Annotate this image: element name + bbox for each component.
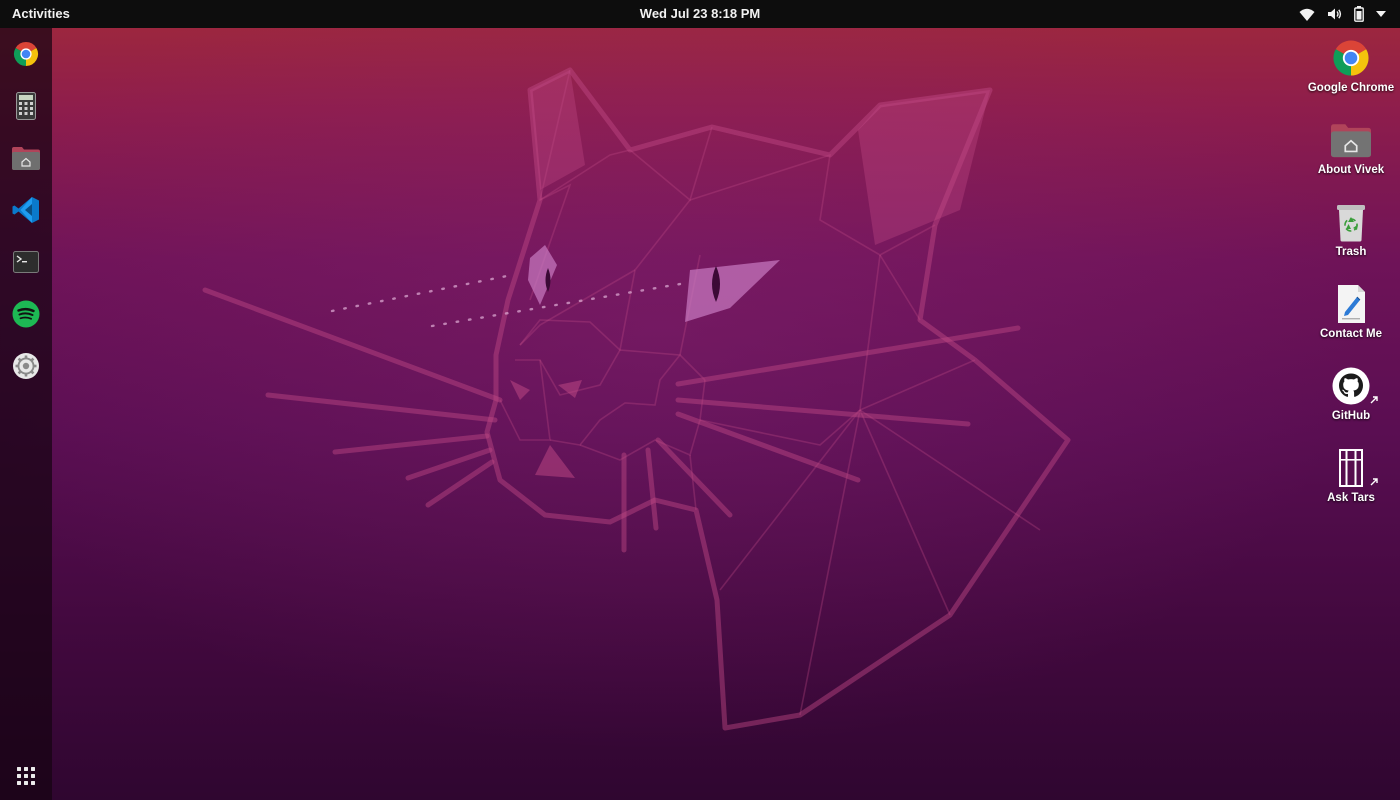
desktop-icon-label: Google Chrome [1307,82,1395,94]
desktop-icon-trash[interactable]: Trash [1302,200,1400,276]
dock-terminal[interactable] [6,242,46,282]
terminal-icon [13,251,39,273]
dock [0,28,52,800]
clock-datetime[interactable]: Wed Jul 23 8:18 PM [580,0,820,28]
text-editor-icon [1329,282,1373,326]
chrome-icon [1329,36,1373,80]
desktop-wallpaper [0,0,1400,800]
vscode-icon [12,196,40,224]
dock-calculator[interactable] [6,86,46,126]
settings-icon [12,352,40,380]
desktop-icon-ask-tars[interactable]: Ask Tars [1302,446,1400,522]
tars-icon [1329,446,1378,490]
calculator-icon [16,92,36,120]
spotify-icon [12,300,40,328]
desktop-icon-github[interactable]: GitHub [1302,364,1400,440]
volume-icon[interactable] [1327,7,1342,21]
wifi-icon[interactable] [1299,8,1315,21]
shortcut-arrow-icon [1369,474,1379,492]
desktop-icon-label: About Vivek [1317,164,1385,176]
desktop-icon-google-chrome[interactable]: Google Chrome [1302,36,1400,112]
desktop-icon-label: Ask Tars [1327,492,1375,504]
desktop-icon-label: GitHub [1331,410,1371,422]
focal-fossa-artwork [202,67,1071,731]
dock-files[interactable] [6,138,46,178]
show-applications-button[interactable] [6,756,46,796]
battery-icon[interactable] [1354,6,1364,22]
trash-icon [1329,200,1373,244]
shortcut-arrow-icon [1369,392,1379,410]
app-grid-icon [16,766,36,786]
home-folder-icon [12,146,40,170]
dock-spotify[interactable] [6,294,46,334]
github-icon [1329,364,1378,408]
dock-chrome[interactable] [6,34,46,74]
top-bar: Activities Wed Jul 23 8:18 PM [0,0,1400,28]
desktop-icon-label: Contact Me [1320,328,1382,340]
dock-settings[interactable] [6,346,46,386]
desktop-icon-label: Trash [1335,246,1367,258]
home-folder-icon [1329,118,1373,162]
desktop-icon-about-vivek[interactable]: About Vivek [1302,118,1400,194]
activities-button[interactable]: Activities [12,0,70,28]
system-menu-arrow-icon[interactable] [1376,11,1386,17]
dock-vscode[interactable] [6,190,46,230]
chrome-icon [13,41,39,67]
system-tray[interactable] [1299,0,1386,28]
desktop-icon-contact-me[interactable]: Contact Me [1302,282,1400,358]
